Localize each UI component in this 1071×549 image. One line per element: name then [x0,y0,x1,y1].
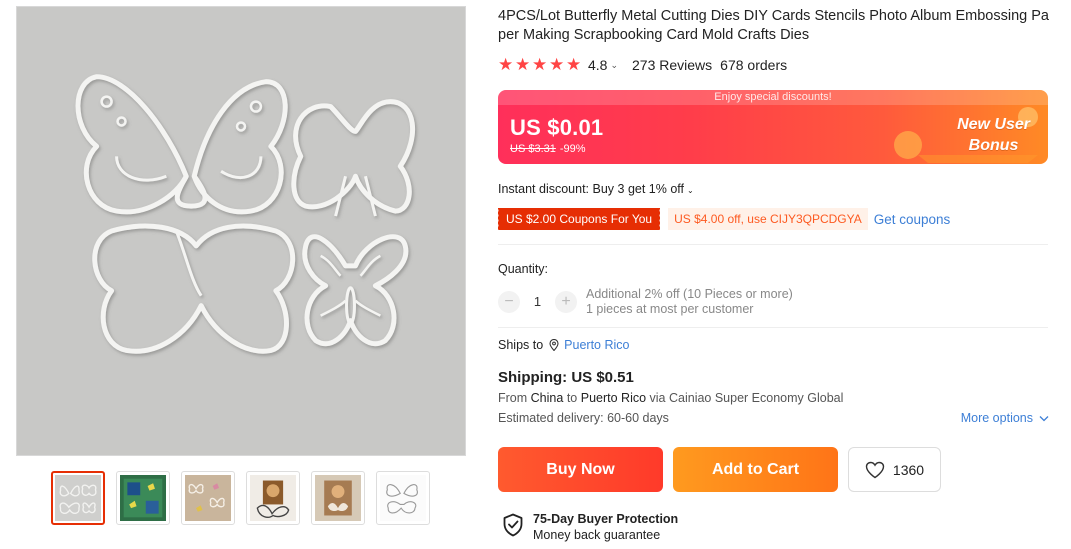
thumbnail-image [185,475,231,521]
thumbnail-image [315,475,361,521]
shield-check-icon [503,513,523,537]
original-price: US $3.31 [510,143,556,155]
buyer-protection: 75-Day Buyer Protection Money back guara… [502,511,678,543]
thumbnail-4[interactable] [246,471,300,525]
thumbnail-5[interactable] [311,471,365,525]
star-icon: ★ [549,55,565,74]
protection-title: 75-Day Buyer Protection [533,512,679,526]
get-coupons-link[interactable]: Get coupons [874,212,951,227]
product-page: 4PCS/Lot Butterfly Metal Cutting Dies DI… [0,0,1071,549]
ships-to-row: Ships to Puerto Rico [498,338,629,352]
thumbnail-image [380,475,426,521]
thumbnail-image [250,475,296,521]
new-user-bonus: New User Bonus [957,114,1030,156]
thumbnail-strip [51,471,441,525]
coupon-row: US $2.00 Coupons For You US $4.00 off, u… [496,207,951,231]
purchase-limit-note: 1 pieces at most per customer [586,302,754,316]
promo-code-badge[interactable]: US $4.00 off, use CIJY3QPCDGYA [668,208,868,230]
star-icon: ★ [532,55,548,74]
caret-down-icon[interactable]: ⌄ [610,60,618,71]
shipping-cost: Shipping: US $0.51 [498,369,634,386]
orders-count: 678 orders [720,57,788,73]
decrease-quantity-button[interactable]: − [498,291,520,313]
thumbnail-3[interactable] [181,471,235,525]
thumbnail-image [55,475,101,521]
main-product-image[interactable] [16,6,466,456]
ships-to-location[interactable]: Puerto Rico [564,338,629,352]
rating-value[interactable]: 4.8 [588,57,607,73]
increase-quantity-button[interactable]: + [555,291,577,313]
bonus-line-1: New User [957,116,1030,133]
wishlist-count: 1360 [892,461,925,478]
heart-icon [865,461,885,478]
divider [498,244,1048,245]
product-title: 4PCS/Lot Butterfly Metal Cutting Dies DI… [498,8,1049,43]
route-origin: China [530,391,564,405]
estimated-delivery: Estimated delivery: 60-60 days [498,411,669,425]
butterfly-dies-photo [17,7,465,455]
thumbnail-1[interactable] [51,471,105,525]
quantity-stepper: − 1 + [498,290,578,314]
instant-discount[interactable]: Instant discount: Buy 3 get 1% off ⌄ [498,182,694,196]
discount-percent: -99% [559,143,586,155]
rating-row: ★ ★ ★ ★ ★ 4.8 ⌄ 273 Reviews 678 orders [498,56,787,74]
thumbnail-image [120,475,166,521]
divider [498,327,1048,328]
instant-discount-text: Instant discount: Buy 3 get 1% off [498,182,684,196]
quantity-note: Additional 2% off (10 Pieces or more) 1 … [586,287,793,317]
route-carrier: via Cainiao Super Economy Global [649,391,844,405]
current-price: US $0.01 [510,115,604,140]
star-rating: ★ ★ ★ ★ ★ [498,55,582,74]
star-icon: ★ [515,55,531,74]
protection-text: 75-Day Buyer Protection Money back guara… [533,511,678,543]
thumbnail-2[interactable] [116,471,170,525]
wishlist-button[interactable]: 1360 [848,447,941,492]
route-prefix: From [498,391,528,405]
shipping-route: From China to Puerto Rico via Cainiao Su… [498,391,843,405]
bulk-discount-note: Additional 2% off (10 Pieces or more) [586,287,793,301]
location-pin-icon [549,339,559,351]
buy-now-button[interactable]: Buy Now [498,447,663,492]
reviews-link[interactable]: 273 Reviews [632,57,712,73]
more-shipping-options[interactable]: More options [961,411,1049,425]
quantity-value[interactable]: 1 [520,294,555,309]
route-destination: Puerto Rico [580,391,647,405]
route-to-word: to [566,391,578,405]
chevron-down-icon [1039,415,1049,421]
ships-to-label: Ships to [498,338,544,352]
protection-subtitle: Money back guarantee [533,528,661,542]
more-options-label: More options [960,411,1033,425]
add-to-cart-button[interactable]: Add to Cart [673,447,838,492]
star-icon: ★ [566,55,582,74]
quantity-label: Quantity: [498,262,549,276]
caret-down-icon: ⌄ [687,186,694,195]
banner-note: Enjoy special discounts! [498,90,1048,105]
original-price-row: US $3.31 -99% [510,143,586,155]
bonus-line-2: Bonus [968,137,1019,154]
price-banner: Enjoy special discounts! US $0.01 US $3.… [498,90,1048,164]
star-icon: ★ [498,55,514,74]
store-coupon-badge[interactable]: US $2.00 Coupons For You [496,208,661,230]
thumbnail-6[interactable] [376,471,430,525]
